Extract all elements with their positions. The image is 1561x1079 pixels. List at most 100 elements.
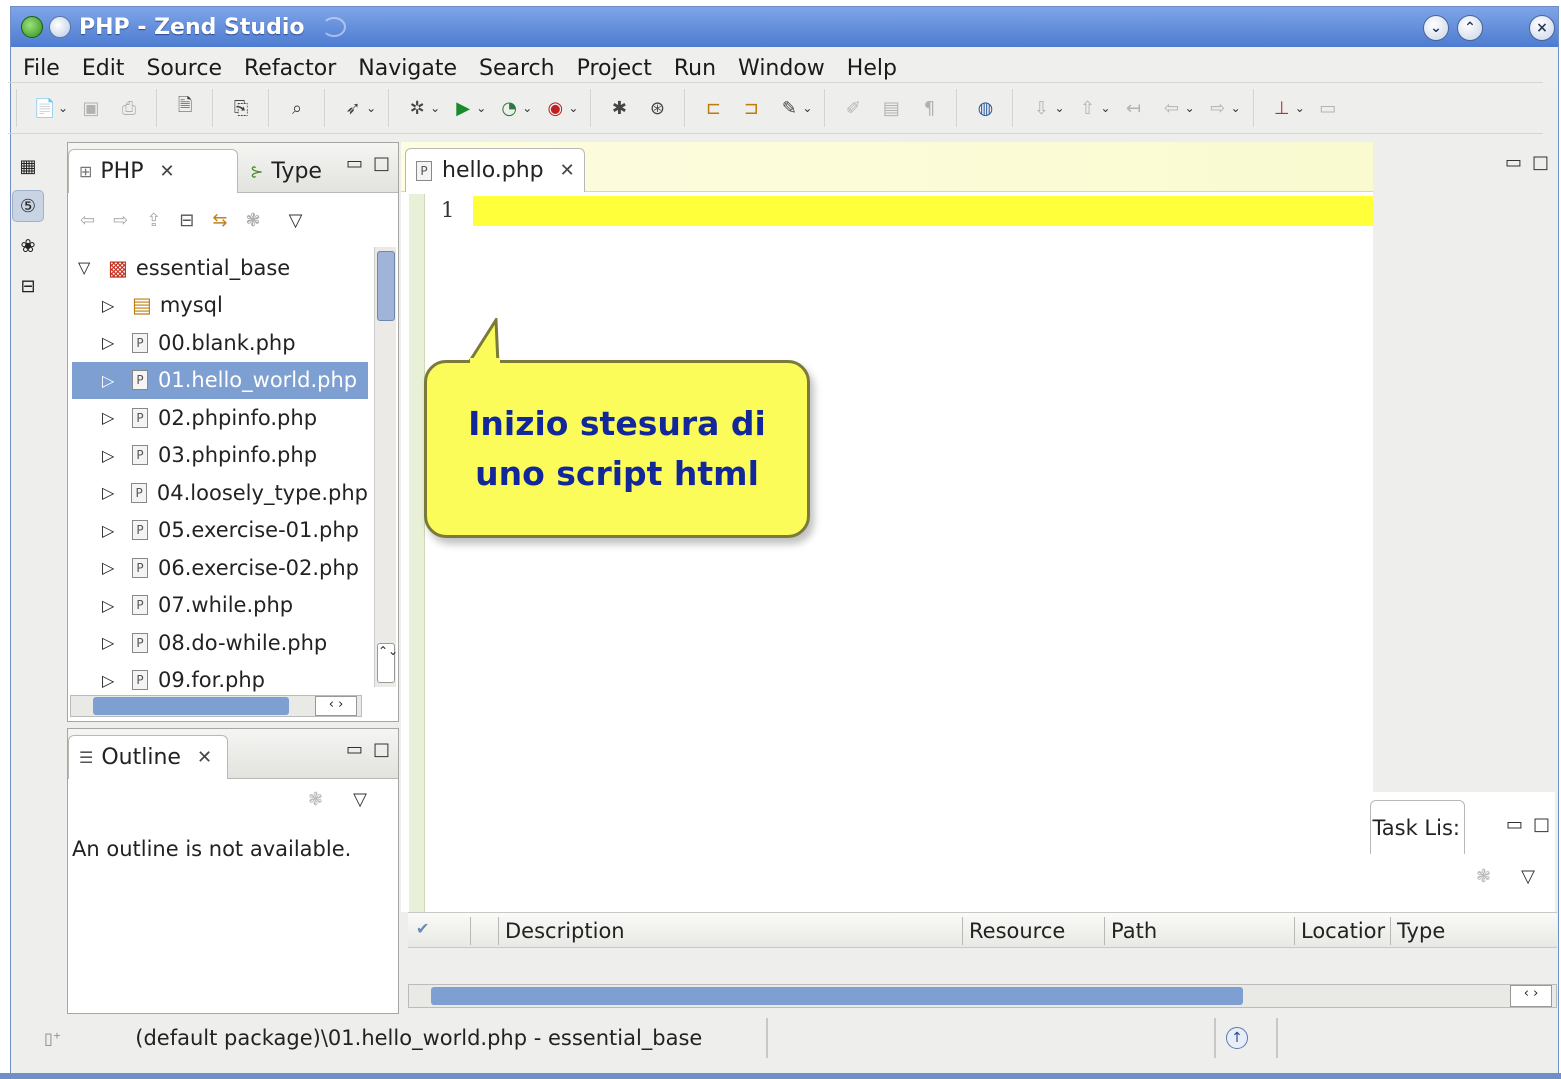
collapse-icon[interactable]: ▷ [102,633,120,652]
back-icon[interactable]: ⇦ [1159,95,1185,121]
tree-horizontal-scrollbar[interactable]: ‹ › [70,695,362,717]
menu-help[interactable]: Help [847,56,897,81]
view-menu-icon[interactable]: ▽ [1521,866,1535,887]
close-button[interactable]: × [1529,15,1555,41]
tree-root-row[interactable]: ▽ ▩ essential_base [72,249,368,287]
bug-icon[interactable]: ✱ [606,95,632,121]
fast-view-icon[interactable]: ▯⁺ [44,1029,61,1048]
maximize-view-icon[interactable]: ▭ [1315,95,1341,121]
back-icon[interactable]: ⇦ [80,210,95,231]
open-type-icon[interactable]: ⎘ [228,95,254,121]
view-menu-icon[interactable]: ▽ [353,789,367,810]
menu-run[interactable]: Run [674,56,716,81]
deploy-icon[interactable]: ✎ [776,95,802,121]
prev-annotation-icon[interactable]: ⇧ [1075,95,1101,121]
tree-item[interactable]: ▷ P 09.for.php [72,662,368,700]
link-editor-icon[interactable]: ⇆ [212,210,227,231]
column-priority[interactable] [470,917,477,945]
run-dropdown-chevron-icon[interactable]: ⌄ [476,101,486,115]
profile-dropdown-chevron-icon[interactable]: ⌄ [522,101,532,115]
tools-dropdown-chevron-icon[interactable]: ⌄ [568,101,578,115]
search-files-icon[interactable]: ⌕ [284,95,310,121]
perspective-icon[interactable]: ⊥ [1269,95,1295,121]
tree-item[interactable]: ▷ P 07.while.php [72,587,368,625]
minimize-button[interactable]: ⌄ [1423,15,1449,41]
column-location[interactable]: Locatior [1294,917,1385,945]
zend-app-icon[interactable] [21,16,43,38]
save-icon[interactable]: ▣ [78,95,104,121]
php-perspective-shortcut-icon[interactable]: ⑤ [12,190,44,222]
new-file-icon[interactable]: 📄 [32,95,58,121]
new-dropdown-chevron-icon[interactable]: ⌄ [58,101,68,115]
profile-icon[interactable]: ◔ [496,95,522,121]
expand-icon[interactable]: ▽ [78,258,96,277]
maximize-view-icon[interactable]: □ [373,739,390,760]
tree-item[interactable]: ▷ P 05.exercise-01.php [72,512,368,550]
collapse-all-icon[interactable]: ⊟ [179,210,194,231]
collapse-icon[interactable]: ▷ [102,446,120,465]
scrollbar-thumb[interactable] [93,697,289,715]
menu-project[interactable]: Project [577,56,652,81]
collapse-icon[interactable]: ▷ [102,521,120,540]
scroll-left-right-icon[interactable]: ‹ › [315,696,357,716]
filter-icon[interactable]: ❃ [308,789,323,810]
column-description[interactable]: Description [498,917,625,945]
run-icon[interactable]: ▶ [450,95,476,121]
collapse-icon[interactable]: ▷ [102,408,120,427]
minimize-view-icon[interactable]: ▭ [346,739,363,760]
column-resource[interactable]: Resource [962,917,1065,945]
scrollbar-thumb[interactable] [377,251,395,321]
scrollbar-thumb[interactable] [431,987,1243,1005]
perspective-chevron-icon[interactable]: ⌄ [1295,101,1305,115]
forward-chevron-icon[interactable]: ⌄ [1231,101,1241,115]
tree-vertical-scrollbar[interactable]: ⌃⌄ [374,247,398,687]
tree-item[interactable]: ▷ P 06.exercise-02.php [72,549,368,587]
tree-item[interactable]: ▷ P 08.do-while.php [72,624,368,662]
pin-icon[interactable] [49,16,71,38]
globe-icon[interactable]: ◍ [972,95,998,121]
cvs-perspective-shortcut-icon[interactable]: ⊟ [12,270,44,302]
filter-icon[interactable]: ❃ [245,210,260,231]
external-tools-icon[interactable]: ◉ [542,95,568,121]
debug-dropdown-chevron-icon[interactable]: ⌄ [430,101,440,115]
scroll-left-right-icon[interactable]: ‹ › [1510,985,1552,1007]
forward-icon[interactable]: ⇨ [113,210,128,231]
close-icon[interactable]: ✕ [197,747,212,768]
pencil-icon[interactable]: ✐ [840,95,866,121]
progress-icon[interactable]: ↑ [1226,1027,1248,1049]
maximize-view-icon[interactable]: □ [373,153,390,174]
completed-check-icon[interactable]: ✔ [416,919,429,938]
new-php-file-icon[interactable]: 🗎 [172,95,198,121]
column-path[interactable]: Path [1104,917,1157,945]
menu-file[interactable]: File [23,56,60,81]
maximize-view-icon[interactable]: □ [1533,814,1550,835]
minimize-view-icon[interactable]: ▭ [346,153,363,174]
menu-navigate[interactable]: Navigate [358,56,457,81]
tree-item[interactable]: ▷ P 00.blank.php [72,324,368,362]
tree-item-selected[interactable]: ▷ P 01.hello_world.php [72,361,368,399]
tree-item-mysql[interactable]: ▷ ▤ mysql [72,287,368,325]
open-external-icon[interactable]: ➶ [340,95,366,121]
close-icon[interactable]: ✕ [159,161,174,182]
tab-php[interactable]: ⊞ PHP ✕ [68,149,238,193]
menu-refactor[interactable]: Refactor [244,56,336,81]
deploy-dropdown-chevron-icon[interactable]: ⌄ [802,101,812,115]
menu-edit[interactable]: Edit [82,56,125,81]
debug-perspective-shortcut-icon[interactable]: ❀ [12,230,44,262]
tree-item[interactable]: ▷ P 03.phpinfo.php [72,437,368,475]
tab-task-list[interactable]: Task Lis: [1370,800,1465,854]
collapse-icon[interactable]: ▷ [102,296,120,315]
minimize-view-icon[interactable]: ▭ [1506,814,1523,835]
close-icon[interactable]: ✕ [560,160,575,181]
collapse-icon[interactable]: ▷ [102,671,120,690]
open-project-icon[interactable]: ⊐ [738,95,764,121]
tab-outline[interactable]: ☰ Outline ✕ [68,735,228,779]
print-icon[interactable]: ⎙ [116,95,142,121]
collapse-icon[interactable]: ▷ [102,596,120,615]
next-annotation-icon[interactable]: ⇩ [1028,95,1054,121]
prev-annotation-chevron-icon[interactable]: ⌄ [1101,101,1111,115]
debug-icon[interactable]: ✲ [404,95,430,121]
next-annotation-chevron-icon[interactable]: ⌄ [1054,101,1064,115]
maximize-view-icon[interactable]: □ [1532,152,1549,173]
menu-search[interactable]: Search [479,56,555,81]
